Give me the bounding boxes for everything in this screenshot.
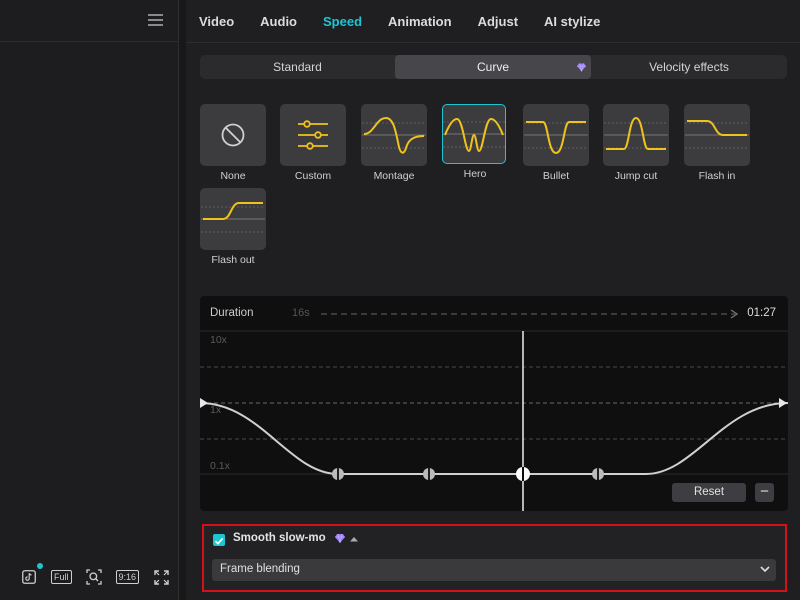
preset-flash-out[interactable]: Flash out <box>200 188 266 266</box>
tab-speed[interactable]: Speed <box>323 14 362 29</box>
chevron-down-icon <box>760 566 770 573</box>
tiktok-icon[interactable] <box>20 563 43 586</box>
tab-ai-stylize[interactable]: AI stylize <box>544 14 600 29</box>
interpolation-method-value: Frame blending <box>220 563 300 575</box>
preset-label: Flash out <box>211 254 255 266</box>
tab-animation[interactable]: Animation <box>388 14 452 29</box>
preset-montage[interactable]: Montage <box>361 104 427 182</box>
preset-thumb <box>523 104 589 166</box>
inspector-panel: Video Audio Speed Animation Adjust AI st… <box>186 0 800 600</box>
preset-thumb <box>442 104 506 164</box>
preview-toolbar: Full 9:16 <box>20 563 183 588</box>
segment-curve[interactable]: Curve <box>395 55 591 79</box>
preset-jump-cut[interactable]: Jump cut <box>603 104 669 182</box>
bullet-curve-icon <box>524 121 588 155</box>
y-label-mid: 1x <box>210 404 222 416</box>
inspector-tabs: Video Audio Speed Animation Adjust AI st… <box>186 0 613 42</box>
jump-cut-curve-icon <box>604 116 668 150</box>
y-label-top: 10x <box>210 334 227 346</box>
preset-thumb <box>200 104 266 166</box>
interpolation-method-select[interactable]: Frame blending <box>212 559 776 581</box>
premium-gem-icon <box>577 63 586 72</box>
curve-point-handle-icon[interactable] <box>330 467 346 481</box>
preset-label: Bullet <box>542 170 570 182</box>
hero-curve-icon <box>443 117 505 153</box>
preset-label: Jump cut <box>614 170 658 182</box>
fullscreen-icon-glyph <box>153 569 169 585</box>
smooth-slowmo-checkbox[interactable] <box>213 534 225 546</box>
checkmark-icon <box>214 537 224 545</box>
preset-label: Hero <box>463 168 487 180</box>
curve-end-handle-icon[interactable] <box>778 397 788 409</box>
preset-flash-in[interactable]: Flash in <box>684 104 750 182</box>
flash-out-curve-icon <box>201 202 265 233</box>
curve-point-selected-handle-icon[interactable] <box>514 466 532 482</box>
premium-gem-icon <box>335 534 345 543</box>
segment-standard-label: Standard <box>273 60 322 74</box>
aspect-ratio-button[interactable]: 9:16 <box>115 568 140 586</box>
preview-header <box>0 0 178 42</box>
reset-button[interactable]: Reset <box>672 483 746 502</box>
tabs-divider <box>186 42 800 43</box>
custom-sliders-icon <box>298 120 328 150</box>
curve-point-handle-icon[interactable] <box>421 467 437 481</box>
speed-mode-segment: Standard Curve Velocity effects <box>200 55 787 79</box>
zoom-icon[interactable] <box>85 568 103 586</box>
smooth-slowmo-label: Smooth slow-mo <box>233 532 326 544</box>
curve-graph[interactable] <box>200 296 788 511</box>
preset-thumb <box>603 104 669 166</box>
fullscreen-icon[interactable] <box>152 568 170 586</box>
preset-label: None <box>220 170 246 182</box>
zoom-icon-glyph <box>85 569 102 585</box>
segment-curve-label: Curve <box>476 60 509 74</box>
preset-custom[interactable]: Custom <box>280 104 346 182</box>
preset-thumb <box>684 104 750 166</box>
tab-video[interactable]: Video <box>199 14 234 29</box>
segment-velocity-effects[interactable]: Velocity effects <box>591 55 787 79</box>
segment-standard[interactable]: Standard <box>200 55 395 79</box>
aspect-ratio-label: 9:16 <box>115 570 140 584</box>
menu-icon[interactable] <box>148 14 163 26</box>
preset-thumb <box>280 104 346 166</box>
reset-label: Reset <box>693 486 725 498</box>
preset-label: Custom <box>294 170 332 182</box>
curve-start-handle-icon[interactable] <box>199 397 209 409</box>
tab-audio[interactable]: Audio <box>260 14 297 29</box>
curve-point-handle-icon[interactable] <box>590 467 606 481</box>
remove-point-button[interactable]: − <box>755 483 774 502</box>
preset-none[interactable]: None <box>200 104 266 182</box>
none-icon <box>221 123 245 147</box>
notification-dot <box>37 563 43 569</box>
preset-hero[interactable]: Hero <box>442 104 508 180</box>
tab-adjust[interactable]: Adjust <box>478 14 518 29</box>
preset-thumb <box>200 188 266 250</box>
flash-in-curve-icon <box>685 120 749 149</box>
smooth-slowmo-section: Smooth slow-mo Frame blending <box>202 524 787 592</box>
minus-icon: − <box>760 483 769 500</box>
montage-curve-icon <box>362 116 426 154</box>
preset-bullet[interactable]: Bullet <box>523 104 589 182</box>
y-label-bottom: 0.1x <box>210 460 230 472</box>
full-label: Full <box>51 570 72 584</box>
preview-pane: Full 9:16 <box>0 0 179 600</box>
preset-label: Montage <box>373 170 415 182</box>
segment-velocity-label: Velocity effects <box>649 60 729 74</box>
speed-curve-editor: Duration 16s 01:27 10x 1x 0.1x Reset − <box>200 296 788 511</box>
preset-thumb <box>361 104 427 166</box>
preset-label: Flash in <box>698 170 736 182</box>
tiktok-icon-glyph <box>22 570 36 584</box>
full-button[interactable]: Full <box>51 568 72 586</box>
collapse-caret-icon[interactable] <box>350 536 358 542</box>
